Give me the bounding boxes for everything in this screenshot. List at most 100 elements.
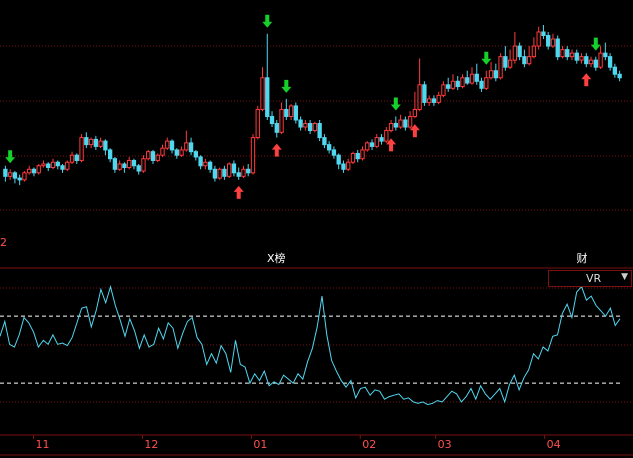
candle-body[interactable]	[412, 108, 418, 117]
candle-body[interactable]	[593, 59, 598, 68]
candle-body[interactable]	[50, 161, 56, 169]
candle-body[interactable]	[569, 52, 575, 58]
candle-body[interactable]	[165, 140, 170, 149]
candle-body[interactable]	[46, 163, 51, 169]
candle-body[interactable]	[365, 142, 370, 151]
candle-body[interactable]	[184, 142, 189, 151]
candle-body[interactable]	[155, 154, 160, 161]
candle-body[interactable]	[188, 142, 194, 153]
candle-body[interactable]	[41, 163, 46, 167]
candle-body[interactable]	[379, 137, 384, 142]
candle-body[interactable]	[450, 80, 456, 89]
vr-indicator-line[interactable]	[0, 284, 621, 406]
candle-body[interactable]	[388, 123, 394, 132]
candle-body[interactable]	[93, 138, 99, 147]
candle-body[interactable]	[407, 115, 413, 128]
candle-body[interactable]	[550, 38, 556, 47]
candle-body[interactable]	[288, 105, 294, 117]
candle-body[interactable]	[546, 35, 551, 47]
candle-body[interactable]	[169, 140, 175, 151]
candle-body[interactable]	[555, 38, 560, 58]
candle-body[interactable]	[336, 154, 341, 165]
candle-body[interactable]	[198, 156, 203, 167]
candle-body[interactable]	[574, 52, 579, 61]
candle-body[interactable]	[241, 168, 246, 177]
candle-body[interactable]	[531, 45, 537, 58]
candle-body[interactable]	[326, 144, 332, 151]
candle-body[interactable]	[88, 138, 94, 146]
candle-body[interactable]	[22, 172, 27, 181]
triangle-down-icon[interactable]: ▼	[621, 272, 628, 282]
candle-body[interactable]	[584, 56, 589, 65]
candle-body[interactable]	[598, 52, 603, 68]
candle-body[interactable]	[617, 73, 622, 79]
candle-body[interactable]	[98, 140, 103, 147]
candle-body[interactable]	[560, 49, 565, 58]
candle-body[interactable]	[303, 123, 308, 128]
candle-body[interactable]	[79, 137, 84, 161]
candle-body[interactable]	[17, 177, 22, 181]
candle-body[interactable]	[107, 149, 113, 160]
candle-body[interactable]	[360, 149, 365, 160]
candle-body[interactable]	[260, 77, 265, 110]
candle-body[interactable]	[588, 59, 594, 65]
candle-body[interactable]	[488, 70, 494, 79]
candle-body[interactable]	[122, 163, 127, 169]
candle-body[interactable]	[27, 168, 32, 174]
candle-body[interactable]	[398, 119, 403, 128]
candle-body[interactable]	[384, 130, 389, 142]
candle-body[interactable]	[274, 123, 279, 133]
candle-body[interactable]	[222, 168, 227, 177]
candle-body[interactable]	[374, 137, 379, 147]
candle-body[interactable]	[127, 159, 132, 169]
candle-body[interactable]	[512, 45, 518, 61]
candle-body[interactable]	[112, 158, 118, 170]
candle-body[interactable]	[579, 56, 584, 61]
candle-body[interactable]	[469, 73, 475, 84]
candle-body[interactable]	[403, 119, 408, 128]
candle-body[interactable]	[3, 168, 8, 177]
candle-body[interactable]	[455, 80, 460, 88]
candle-body[interactable]	[207, 161, 213, 170]
candle-body[interactable]	[174, 149, 179, 156]
candle-body[interactable]	[322, 137, 327, 146]
candle-body[interactable]	[227, 163, 232, 177]
candle-body[interactable]	[307, 123, 313, 132]
candle-body[interactable]	[117, 163, 122, 170]
candle-body[interactable]	[84, 137, 89, 146]
candle-body[interactable]	[460, 77, 465, 88]
candle-body[interactable]	[503, 56, 508, 68]
candle-body[interactable]	[346, 161, 351, 170]
candle-body[interactable]	[350, 152, 356, 163]
candle-body[interactable]	[507, 59, 513, 68]
candle-body[interactable]	[65, 161, 70, 170]
candle-body[interactable]	[498, 56, 503, 79]
candle-body[interactable]	[565, 49, 570, 58]
candle-body[interactable]	[74, 154, 79, 161]
candle-body[interactable]	[212, 168, 218, 179]
candle-body[interactable]	[493, 70, 498, 79]
chart-canvas[interactable]: 2 X榜 财 11 12 01 02 03 04	[0, 0, 633, 458]
candle-body[interactable]	[526, 56, 532, 65]
candle-body[interactable]	[479, 80, 484, 89]
candle-body[interactable]	[236, 172, 241, 177]
candle-body[interactable]	[369, 142, 375, 147]
candle-body[interactable]	[517, 45, 522, 58]
candle-body[interactable]	[284, 108, 289, 117]
candle-body[interactable]	[69, 154, 75, 163]
candle-body[interactable]	[131, 159, 137, 167]
candle-body[interactable]	[265, 77, 270, 117]
candle-body[interactable]	[426, 98, 432, 103]
candle-body[interactable]	[312, 123, 318, 132]
candle-body[interactable]	[193, 151, 199, 158]
candle-body[interactable]	[231, 163, 237, 174]
candle-body[interactable]	[331, 149, 337, 156]
candle-body[interactable]	[341, 163, 346, 170]
candle-body[interactable]	[417, 84, 422, 110]
candle-body[interactable]	[141, 158, 146, 172]
candle-body[interactable]	[250, 137, 256, 174]
indicator-selector[interactable]: VR ▼	[548, 270, 632, 287]
candle-body[interactable]	[179, 149, 184, 156]
candle-body[interactable]	[522, 56, 527, 65]
candle-body[interactable]	[465, 77, 470, 84]
